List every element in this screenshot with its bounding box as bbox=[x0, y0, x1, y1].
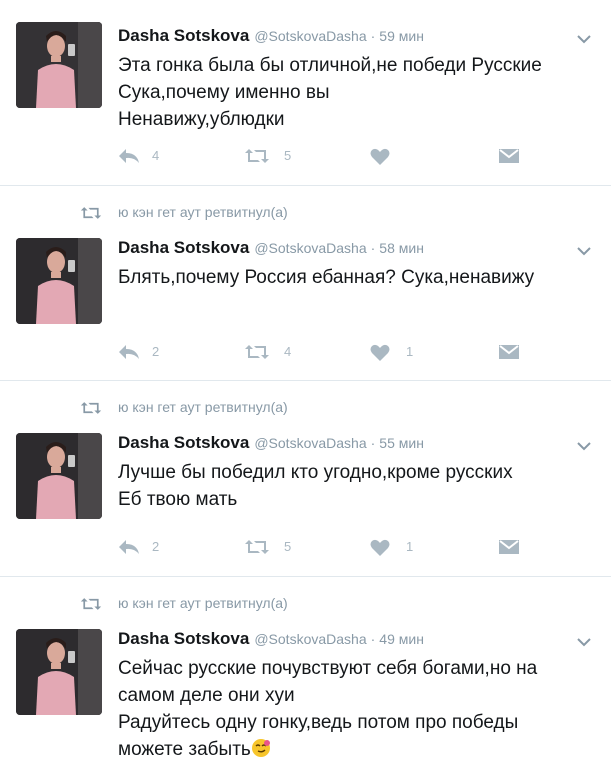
heart-icon bbox=[370, 539, 390, 556]
retweet-icon bbox=[245, 149, 269, 163]
author-name[interactable]: Dasha Sotskova bbox=[118, 629, 249, 648]
tweet-actions: 2 4 1 bbox=[118, 342, 538, 362]
chevron-down-icon[interactable] bbox=[577, 246, 591, 256]
envelope-icon bbox=[499, 540, 519, 554]
reply-icon bbox=[119, 540, 139, 554]
author-name[interactable]: Dasha Sotskova bbox=[118, 26, 249, 45]
heart-icon bbox=[370, 148, 390, 165]
separator: · bbox=[370, 631, 376, 647]
text-line: Эта гонка была бы отличной,не победи Рус… bbox=[118, 55, 542, 76]
timestamp[interactable]: 55 мин bbox=[379, 435, 424, 451]
tweet-header: Dasha Sotskova @SotskovaDasha · 59 мин bbox=[118, 26, 424, 46]
reply-icon bbox=[119, 149, 139, 163]
retweet-icon bbox=[80, 207, 102, 219]
text-line: Лучше бы победил кто угодно,кроме русски… bbox=[118, 462, 513, 483]
retweet-context: ю кэн гет аут ретвитнул(а) bbox=[0, 399, 611, 419]
text-line: Ненавижу,ублюдки bbox=[118, 109, 285, 130]
timestamp[interactable]: 49 мин bbox=[379, 631, 424, 647]
text-line: Радуйтесь одну гонку,ведь потом про побе… bbox=[118, 712, 519, 733]
chevron-down-icon[interactable] bbox=[577, 441, 591, 451]
tweet[interactable]: ю кэн гет аут ретвитнул(а) Dasha Sotskov… bbox=[0, 186, 611, 381]
retweeted-by-label[interactable]: ю кэн гет аут ретвитнул(а) bbox=[118, 204, 288, 220]
tweet-text: Сейчас русские почувствуют себя богами,н… bbox=[118, 655, 588, 763]
smirk-emoji-icon bbox=[251, 739, 270, 757]
text-line: Сейчас русские почувствуют себя богами,н… bbox=[118, 658, 538, 679]
avatar[interactable] bbox=[16, 629, 102, 715]
envelope-icon bbox=[499, 149, 519, 163]
tweet-text: Лучше бы победил кто угодно,кроме русски… bbox=[118, 459, 588, 513]
reply-icon bbox=[119, 345, 139, 359]
text-line: самом деле они хуи bbox=[118, 685, 295, 706]
tweet-text: Блять,почему Россия ебанная? Сука,ненави… bbox=[118, 264, 588, 291]
like-count: 1 bbox=[406, 539, 414, 554]
text-line: Сука,почему именно вы bbox=[118, 82, 330, 103]
retweet-count: 5 bbox=[284, 539, 292, 554]
author-name[interactable]: Dasha Sotskova bbox=[118, 238, 249, 257]
timestamp[interactable]: 58 мин bbox=[379, 240, 424, 256]
retweet-count: 5 bbox=[284, 148, 292, 163]
chevron-down-icon[interactable] bbox=[577, 34, 591, 44]
author-name[interactable]: Dasha Sotskova bbox=[118, 433, 249, 452]
reply-count: 2 bbox=[152, 539, 160, 554]
separator: · bbox=[370, 435, 376, 451]
retweet-icon bbox=[80, 402, 102, 414]
tweet-feed: Dasha Sotskova @SotskovaDasha · 59 мин Эта … bbox=[0, 0, 611, 784]
retweet-context: ю кэн гет аут ретвитнул(а) bbox=[0, 595, 611, 615]
avatar[interactable] bbox=[16, 238, 102, 324]
retweet-context: ю кэн гет аут ретвитнул(а) bbox=[0, 204, 611, 224]
tweet-header: Dasha Sotskova @SotskovaDasha · 49 мин bbox=[118, 629, 424, 649]
author-handle[interactable]: @SotskovaDasha bbox=[254, 435, 366, 451]
like-count: 1 bbox=[406, 344, 414, 359]
tweet-actions: 4 5 bbox=[118, 146, 538, 166]
retweet-icon bbox=[80, 598, 102, 610]
retweeted-by-label[interactable]: ю кэн гет аут ретвитнул(а) bbox=[118, 595, 288, 611]
envelope-icon bbox=[499, 345, 519, 359]
tweet[interactable]: ю кэн гет аут ретвитнул(а) Dasha Sotskov… bbox=[0, 577, 611, 784]
text-line: можете забыть bbox=[118, 736, 588, 763]
reply-count: 2 bbox=[152, 344, 160, 359]
heart-icon bbox=[370, 344, 390, 361]
retweet-count: 4 bbox=[284, 344, 292, 359]
author-handle[interactable]: @SotskovaDasha bbox=[254, 28, 366, 44]
avatar[interactable] bbox=[16, 433, 102, 519]
retweet-icon bbox=[245, 540, 269, 554]
tweet-text: Эта гонка была бы отличной,не победи Рус… bbox=[118, 52, 588, 133]
tweet[interactable]: ю кэн гет аут ретвитнул(а) Dasha Sotskov… bbox=[0, 381, 611, 577]
retweeted-by-label[interactable]: ю кэн гет аут ретвитнул(а) bbox=[118, 399, 288, 415]
reply-count: 4 bbox=[152, 148, 160, 163]
separator: · bbox=[370, 240, 376, 256]
tweet-actions: 2 5 1 bbox=[118, 537, 538, 557]
text-line-content: можете забыть bbox=[118, 739, 251, 760]
text-line: Еб твою мать bbox=[118, 489, 238, 510]
text-line: Блять,почему Россия ебанная? Сука,ненави… bbox=[118, 267, 535, 288]
tweet[interactable]: Dasha Sotskova @SotskovaDasha · 59 мин Эта … bbox=[0, 0, 611, 186]
retweet-icon bbox=[245, 345, 269, 359]
timestamp[interactable]: 59 мин bbox=[379, 28, 424, 44]
separator: · bbox=[370, 28, 376, 44]
author-handle[interactable]: @SotskovaDasha bbox=[254, 631, 366, 647]
author-handle[interactable]: @SotskovaDasha bbox=[254, 240, 366, 256]
tweet-header: Dasha Sotskova @SotskovaDasha · 55 мин bbox=[118, 433, 424, 453]
avatar[interactable] bbox=[16, 22, 102, 108]
tweet-header: Dasha Sotskova @SotskovaDasha · 58 мин bbox=[118, 238, 424, 258]
chevron-down-icon[interactable] bbox=[577, 637, 591, 647]
